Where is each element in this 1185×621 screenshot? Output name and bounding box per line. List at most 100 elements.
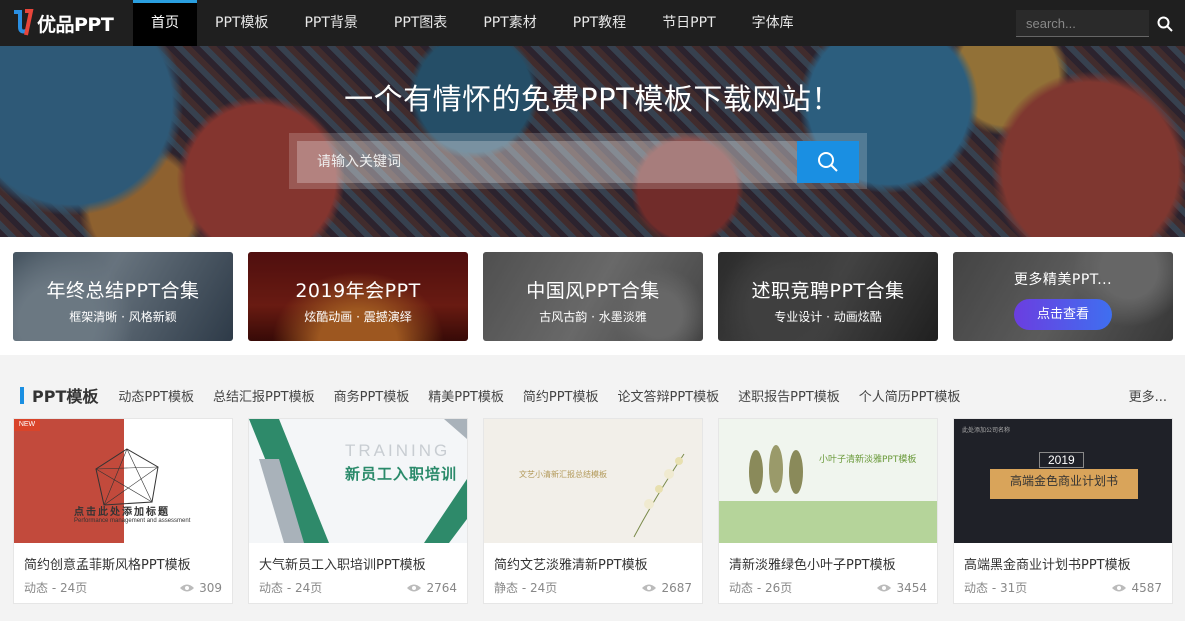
section-header: PPT模板 动态PPT模板 总结汇报PPT模板 商务PPT模板 精美PPT模板 …	[20, 380, 1167, 410]
view-count-value: 2687	[661, 580, 692, 595]
nav-item-home[interactable]: 首页	[133, 0, 197, 46]
view-count-value: 3454	[896, 580, 927, 595]
nav-item-fonts[interactable]: 字体库	[734, 0, 812, 46]
section-title[interactable]: PPT模板	[32, 383, 98, 407]
view-count-value: 309	[199, 580, 222, 595]
leaf-icon	[749, 445, 803, 494]
thumb-headline: 小叶子清新淡雅PPT模板	[819, 455, 917, 465]
eye-icon	[180, 584, 195, 591]
template-card[interactable]: 文艺小清新汇报总结模板 简约文艺淡雅清新PPT模板 静态 - 24页 2687	[483, 418, 703, 604]
template-card[interactable]: NEW 点击此处添加标题 Performance management and …	[13, 418, 233, 604]
banner-title: 述职竞聘PPT合集	[751, 280, 905, 302]
template-thumbnail[interactable]: 此处添加公司名称 2019 高端金色商业计划书	[954, 419, 1172, 543]
banner-more[interactable]: 更多精美PPT... 点击查看	[953, 252, 1173, 341]
template-meta: 动态 - 24页 2764	[249, 573, 467, 596]
template-grid: NEW 点击此处添加标题 Performance management and …	[13, 418, 1173, 604]
eye-icon	[407, 584, 422, 591]
thumb-green-band	[719, 501, 937, 543]
search-icon[interactable]	[1157, 16, 1173, 32]
template-title[interactable]: 清新淡雅绿色小叶子PPT模板	[719, 543, 937, 573]
banner-title: 中国风PPT合集	[526, 280, 660, 302]
thumb-subtitle: Performance management and assessment	[74, 518, 191, 524]
hero-banner: 一个有情怀的免费PPT模板下载网站！ 请输入关键词	[0, 46, 1185, 237]
template-thumbnail[interactable]: 文艺小清新汇报总结模板	[484, 419, 702, 543]
template-meta: 动态 - 24页 309	[14, 573, 232, 596]
category-link[interactable]: 总结汇报PPT模板	[213, 386, 315, 405]
hero-search-button[interactable]	[797, 141, 859, 183]
thumb-headline: 新员工入职培训	[345, 465, 458, 483]
template-title[interactable]: 高端黑金商业计划书PPT模板	[954, 543, 1172, 573]
view-count: 2687	[641, 579, 692, 596]
thumb-year: 2019	[1039, 452, 1084, 468]
template-card[interactable]: TRAINING 新员工入职培训 大气新员工入职培训PPT模板 动态 - 24页…	[248, 418, 468, 604]
hero-title: 一个有情怀的免费PPT模板下载网站！	[344, 82, 841, 116]
template-title[interactable]: 大气新员工入职培训PPT模板	[249, 543, 467, 573]
thumb-company: 此处添加公司名称	[962, 427, 1011, 434]
eye-icon	[642, 584, 657, 591]
new-badge: NEW	[14, 419, 40, 431]
section-accent-bar	[20, 386, 24, 404]
template-type-pages: 动态 - 31页	[964, 581, 1028, 595]
view-count: 309	[179, 579, 222, 596]
category-link[interactable]: 述职报告PPT模板	[738, 386, 840, 405]
banner-subtitle: 专业设计 · 动画炫酷	[774, 310, 882, 324]
banner-job-report[interactable]: 述职竞聘PPT合集 专业设计 · 动画炫酷	[718, 252, 938, 341]
template-type-pages: 静态 - 24页	[494, 581, 558, 595]
nav-item-ppt-templates[interactable]: PPT模板	[197, 0, 286, 46]
banner-title: 年终总结PPT合集	[46, 280, 200, 302]
section-more-link[interactable]: 更多...	[1129, 386, 1167, 405]
nav-item-holiday-ppt[interactable]: 节日PPT	[644, 0, 733, 46]
template-meta: 动态 - 26页 3454	[719, 573, 937, 596]
template-title[interactable]: 简约文艺淡雅清新PPT模板	[484, 543, 702, 573]
banner-subtitle: 古风古韵 · 水墨淡雅	[539, 310, 647, 324]
flower-branch-icon	[633, 453, 685, 538]
nav-search-input[interactable]	[1016, 10, 1149, 37]
nav-item-ppt-charts[interactable]: PPT图表	[376, 0, 465, 46]
nav-item-ppt-backgrounds[interactable]: PPT背景	[286, 0, 375, 46]
template-thumbnail[interactable]: 小叶子清新淡雅PPT模板	[719, 419, 937, 543]
banner-subtitle: 炫酷动画 · 震撼演绎	[304, 310, 412, 324]
view-count-value: 2764	[426, 580, 457, 595]
category-link[interactable]: 商务PPT模板	[334, 386, 410, 405]
category-link[interactable]: 个人简历PPT模板	[859, 386, 961, 405]
site-logo[interactable]: 优品PPT	[0, 0, 133, 46]
template-thumbnail[interactable]: NEW 点击此处添加标题 Performance management and …	[14, 419, 232, 543]
banner-year-end-summary[interactable]: 年终总结PPT合集 框架清晰 · 风格新颖	[13, 252, 233, 341]
template-type-pages: 动态 - 26页	[729, 581, 793, 595]
search-icon	[818, 152, 838, 172]
view-count-value: 4587	[1131, 580, 1162, 595]
category-link[interactable]: 精美PPT模板	[428, 386, 504, 405]
banner-subtitle: 框架清晰 · 风格新颖	[69, 310, 177, 324]
view-more-button[interactable]: 点击查看	[1014, 299, 1112, 330]
banner-chinese-style[interactable]: 中国风PPT合集 古风古韵 · 水墨淡雅	[483, 252, 703, 341]
nav-item-ppt-tutorials[interactable]: PPT教程	[555, 0, 644, 46]
category-link[interactable]: 简约PPT模板	[523, 386, 599, 405]
logo-text: 优品PPT	[37, 13, 114, 36]
template-card[interactable]: 此处添加公司名称 2019 高端金色商业计划书 高端黑金商业计划书PPT模板 动…	[953, 418, 1173, 604]
category-link[interactable]: 动态PPT模板	[118, 386, 194, 405]
template-type-pages: 动态 - 24页	[24, 581, 88, 595]
template-type-pages: 动态 - 24页	[259, 581, 323, 595]
thumb-headline: 点击此处添加标题	[74, 507, 170, 518]
eye-icon	[877, 584, 892, 591]
feature-banners: 年终总结PPT合集 框架清晰 · 风格新颖 2019年会PPT 炫酷动画 · 震…	[0, 237, 1185, 355]
template-meta: 静态 - 24页 2687	[484, 573, 702, 596]
hero-search-input[interactable]: 请输入关键词	[297, 141, 797, 183]
banner-title: 更多精美PPT...	[1013, 272, 1113, 288]
thumb-headline: 文艺小清新汇报总结模板	[519, 470, 607, 479]
logo-icon	[14, 9, 34, 36]
nav-item-ppt-assets[interactable]: PPT素材	[465, 0, 554, 46]
view-count: 2764	[406, 579, 457, 596]
nav-search	[1016, 10, 1173, 37]
geometric-wire-icon	[95, 448, 159, 506]
banner-annual-meeting[interactable]: 2019年会PPT 炫酷动画 · 震撼演绎	[248, 252, 468, 341]
template-thumbnail[interactable]: TRAINING 新员工入职培训	[249, 419, 467, 543]
eye-icon	[1112, 584, 1127, 591]
top-nav: 优品PPT 首页 PPT模板 PPT背景 PPT图表 PPT素材 PPT教程 节…	[0, 0, 1185, 46]
category-link[interactable]: 论文答辩PPT模板	[618, 386, 720, 405]
view-count: 4587	[1111, 579, 1162, 596]
template-title[interactable]: 简约创意孟菲斯风格PPT模板	[14, 543, 232, 573]
thumb-headline: 高端金色商业计划书	[990, 469, 1138, 499]
banner-title: 2019年会PPT	[295, 280, 421, 302]
template-card[interactable]: 小叶子清新淡雅PPT模板 清新淡雅绿色小叶子PPT模板 动态 - 26页 345…	[718, 418, 938, 604]
